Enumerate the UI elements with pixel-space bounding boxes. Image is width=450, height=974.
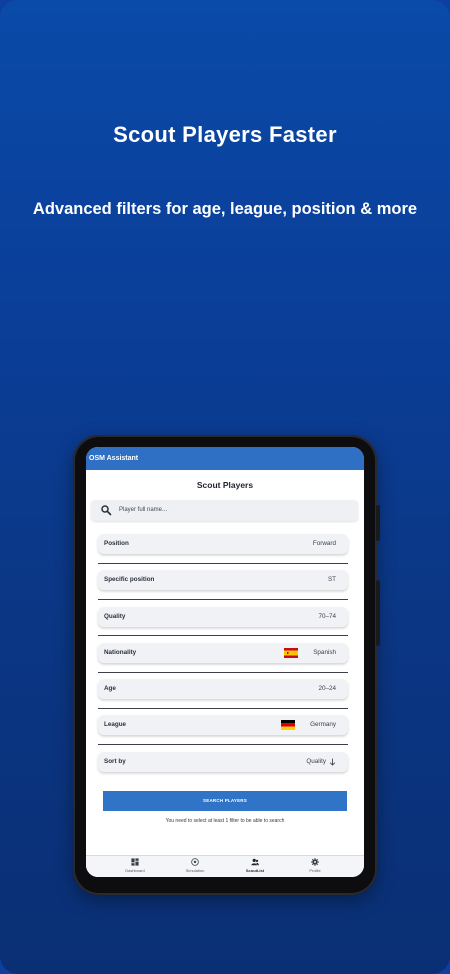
nav-item-dashboard[interactable]: Dashboard [105,858,165,873]
filter-value: Quality [306,758,326,765]
germany-flag [281,720,295,730]
dashboard-icon [131,858,139,866]
nav-label: Simulation [185,868,205,873]
filter-label: Quality [104,613,126,620]
filter-label: League [104,721,127,728]
filter-position[interactable]: Position Forward [98,534,348,554]
filter-value: Germany [310,721,336,728]
page-title: Scout Players [196,480,254,490]
scout-people-icon [251,858,259,866]
divider [98,744,348,745]
phone-screen: OSM Assistant Scout Players Player full … [86,447,364,877]
bottom-navigation: Dashboard Simulation ScoutList Profile [86,855,364,877]
spain-flag [284,648,298,658]
filter-label: Specific position [104,576,155,583]
filter-label: Sort by [104,758,126,765]
gear-icon [311,858,319,866]
search-icon [101,505,112,516]
phone-side-button [376,580,380,646]
filter-quality[interactable]: Quality 70–74 [98,607,348,627]
filter-sort-by[interactable]: Sort by Quality [98,752,348,772]
filter-value: Forward [312,540,336,547]
nav-label: Dashboard [125,868,145,873]
search-input[interactable]: Player full name... [91,500,358,521]
promo-headline: Scout Players Faster [113,122,337,147]
filter-nationality[interactable]: Nationality Spanish [98,643,348,663]
filter-value: 70–74 [318,613,336,620]
filter-specific-position[interactable]: Specific position ST [98,570,348,590]
search-players-button[interactable]: SEARCH PLAYERS [103,791,347,811]
filter-value: 20–24 [318,685,336,692]
nav-item-simulation[interactable]: Simulation [165,858,225,873]
app-bar-title: OSM Assistant [86,447,364,470]
search-placeholder: Player full name... [119,507,168,513]
filter-age[interactable]: Age 20–24 [98,679,348,699]
soccer-ball-icon [191,858,199,866]
promo-background: Scout Players Faster Advanced filters fo… [0,0,450,974]
nav-label: ScoutList [245,868,265,873]
divider [98,635,348,636]
filter-label: Age [104,685,116,692]
filter-league[interactable]: League Germany [98,715,348,735]
divider [98,563,348,564]
divider [98,708,348,709]
phone-side-button [376,505,380,541]
filter-value: ST [327,576,336,583]
nav-label: Profile [309,868,321,873]
filter-value: Spanish [313,649,336,656]
promo-subline: Advanced filters for age, league, positi… [32,200,418,218]
filter-label: Position [104,540,129,547]
arrow-down-icon[interactable] [329,758,336,766]
divider [98,599,348,600]
nav-item-scoutlist[interactable]: ScoutList [225,858,285,873]
nav-item-profile[interactable]: Profile [285,858,345,873]
divider [98,672,348,673]
filter-label: Nationality [104,649,137,656]
filter-hint-text: You need to select at least 1 filter to … [165,818,285,824]
